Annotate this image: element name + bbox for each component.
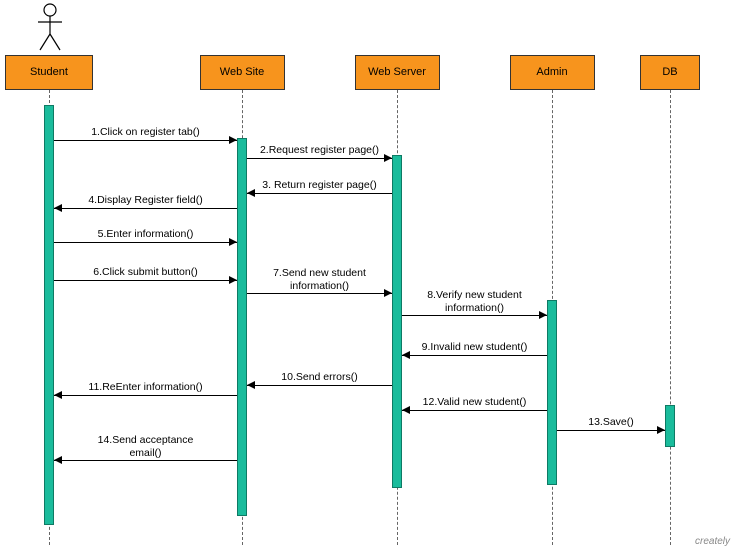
message-label: 3. Return register page() bbox=[247, 179, 392, 192]
message-label: 14.Send acceptance email() bbox=[54, 434, 237, 460]
activation-website bbox=[237, 138, 247, 516]
message-arrow bbox=[247, 193, 392, 194]
message-arrow bbox=[247, 158, 392, 159]
message-label: 5.Enter information() bbox=[54, 228, 237, 241]
participant-label: DB bbox=[662, 66, 677, 79]
message-arrow bbox=[54, 140, 237, 141]
participant-label: Web Server bbox=[368, 66, 426, 79]
message-label: 9.Invalid new student() bbox=[402, 341, 547, 354]
participant-student: Student bbox=[5, 55, 93, 90]
activation-db bbox=[665, 405, 675, 447]
message-label: 1.Click on register tab() bbox=[54, 126, 237, 139]
activation-webserver bbox=[392, 155, 402, 488]
participant-webserver: Web Server bbox=[355, 55, 440, 90]
message-arrow bbox=[402, 410, 547, 411]
message-arrow bbox=[54, 242, 237, 243]
message-arrow bbox=[54, 208, 237, 209]
message-label: 10.Send errors() bbox=[247, 371, 392, 384]
message-label: 12.Valid new student() bbox=[402, 396, 547, 409]
message-label: 13.Save() bbox=[557, 416, 665, 429]
message-arrow bbox=[54, 395, 237, 396]
participant-label: Admin bbox=[536, 66, 567, 79]
lifeline-db bbox=[670, 90, 671, 545]
message-arrow bbox=[247, 385, 392, 386]
participant-website: Web Site bbox=[200, 55, 285, 90]
message-label: 2.Request register page() bbox=[247, 144, 392, 157]
message-label: 6.Click submit button() bbox=[54, 266, 237, 279]
message-label: 8.Verify new student information() bbox=[402, 289, 547, 315]
message-label: 11.ReEnter information() bbox=[54, 381, 237, 394]
activation-student bbox=[44, 105, 54, 525]
message-label: 7.Send new student information() bbox=[247, 267, 392, 293]
message-arrow bbox=[557, 430, 665, 431]
message-arrow bbox=[402, 355, 547, 356]
participant-admin: Admin bbox=[510, 55, 595, 90]
participant-db: DB bbox=[640, 55, 700, 90]
activation-admin bbox=[547, 300, 557, 485]
watermark: creately bbox=[695, 536, 730, 547]
participant-label: Student bbox=[30, 66, 68, 79]
participant-label: Web Site bbox=[220, 66, 264, 79]
message-label: 4.Display Register field() bbox=[54, 194, 237, 207]
actor-stick-figure bbox=[35, 2, 65, 52]
message-arrow bbox=[54, 280, 237, 281]
